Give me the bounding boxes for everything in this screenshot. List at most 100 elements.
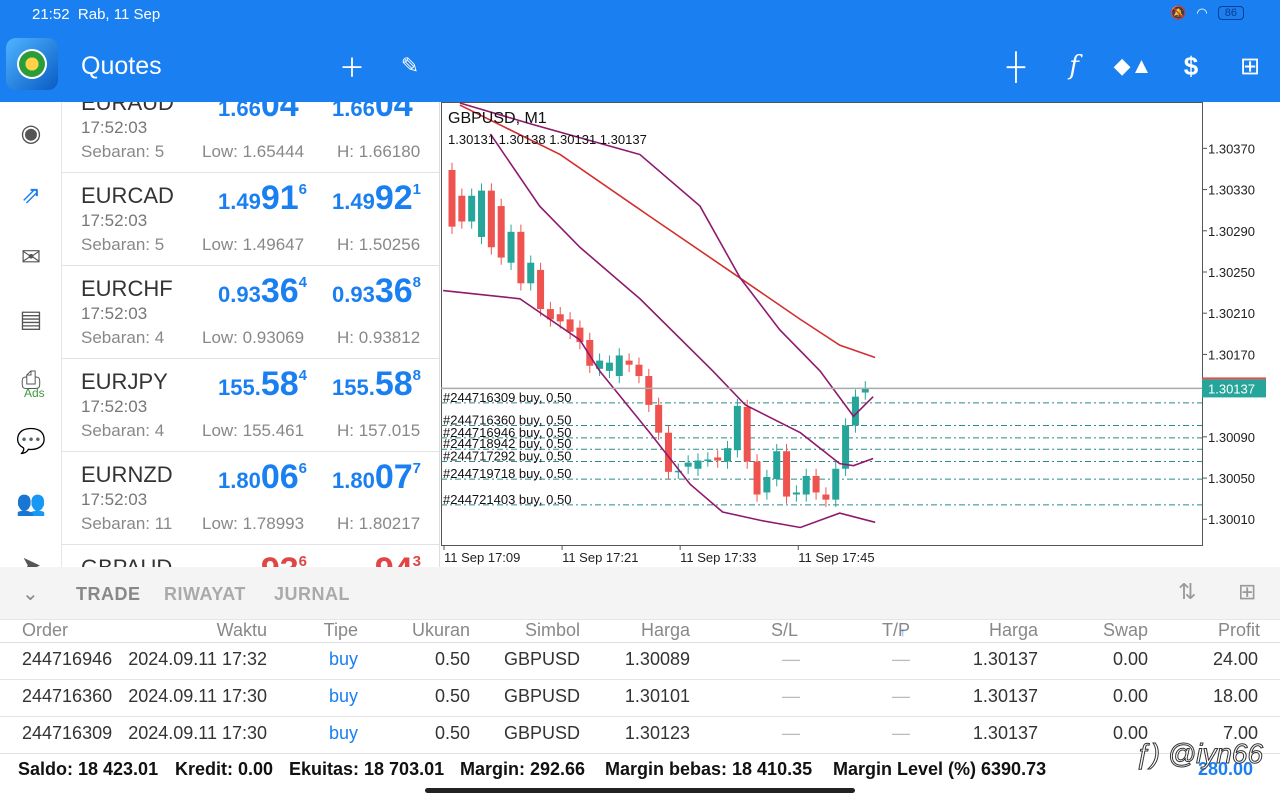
quote-row[interactable]: EURCAD 17:52:03 Sebaran: 5 Low: 1.49647 …: [62, 173, 439, 266]
quotes-list: EURAUD 17:52:03 Sebaran: 5 Low: 1.65444 …: [62, 102, 440, 567]
quote-low: Low: 1.78993: [202, 514, 305, 533]
account-summary: Saldo: 18 423.01 Kredit: 0.00 Ekuitas: 1…: [0, 747, 1280, 789]
quote-time: 17:52:03: [81, 118, 148, 137]
ask-price: 1.80077: [332, 458, 421, 496]
quote-high: H: 1.80217: [337, 514, 421, 533]
bull-candle: [615, 355, 623, 377]
new-document-icon[interactable]: ⊞: [1238, 579, 1256, 605]
margin-level: Margin Level (%) 6390.73: [833, 759, 1047, 779]
trade-icon[interactable]: ⇗: [14, 178, 48, 212]
x-tick-label: 11 Sep 17:09: [444, 550, 520, 565]
table-cell: 0.50: [434, 686, 470, 706]
column-header[interactable]: Profit: [1218, 620, 1260, 641]
chart-canvas[interactable]: 1.30370 1.30330 1.30290 1.30250 1.30210 1.301…: [441, 102, 1268, 567]
credit: Kredit: 0.00: [175, 759, 274, 779]
column-header[interactable]: Waktu: [217, 620, 267, 641]
column-header[interactable]: Simbol: [525, 620, 580, 641]
quote-spread: Sebaran: 4: [81, 421, 165, 440]
quote-row[interactable]: GBPAUD 936 943: [62, 545, 439, 567]
current-price-tag-border: [1202, 377, 1266, 380]
bear-candle: [783, 451, 791, 497]
news-icon[interactable]: ▤: [14, 302, 48, 336]
bull-candle: [468, 195, 476, 222]
table-row[interactable]: 244716360 2024.09.11 17:30 buy 0.50 GBPUSD 1.…: [0, 680, 1280, 717]
bull-candle: [478, 190, 486, 237]
y-tick-label: 1.30250: [1208, 265, 1255, 280]
quote-row[interactable]: EURJPY 17:52:03 Sebaran: 4 Low: 155.461 …: [62, 359, 439, 452]
column-header[interactable]: Harga: [989, 620, 1038, 641]
bull-candle: [684, 462, 692, 467]
quote-low: Low: 155.461: [202, 421, 305, 440]
bid-price: 1.80066: [218, 458, 307, 496]
x-tick-label: 11 Sep 17:21: [562, 550, 638, 565]
current-price-label: 1.30137: [1208, 381, 1255, 396]
home-indicator[interactable]: [425, 788, 855, 793]
quote-high: H: 157.015: [337, 421, 421, 440]
table-cell: 1.30101: [624, 686, 690, 706]
mail-icon[interactable]: ✉: [14, 240, 48, 274]
table-cell: 0.50: [434, 649, 470, 669]
table-cell: —: [782, 723, 800, 743]
community-icon[interactable]: 👥: [14, 486, 48, 520]
column-header[interactable]: Swap: [1103, 620, 1148, 641]
y-tick-label: 1.30010: [1208, 512, 1255, 527]
ask-price: 1.49921: [332, 179, 421, 217]
table-cell: 1.30137: [972, 649, 1038, 669]
bull-candle: [724, 448, 732, 462]
column-header[interactable]: Order: [22, 620, 68, 641]
quote-symbol: EURCHF: [81, 276, 173, 301]
tab-jurnal[interactable]: JURNAL: [274, 584, 350, 605]
positions-table: 244716946 2024.09.11 17:32 buy 0.50 GBPUSD 1.…: [0, 643, 1280, 754]
quote-low: Low: 0.93069: [202, 328, 305, 347]
ads-icon[interactable]: ⎙ Ads: [14, 364, 48, 400]
column-header[interactable]: Harga: [641, 620, 690, 641]
bid-price: 155.584: [218, 365, 307, 403]
bear-candle: [822, 494, 830, 500]
new-order-button[interactable]: ⊞: [1232, 48, 1268, 84]
table-cell: —: [892, 649, 910, 669]
tab-riwayat[interactable]: RIWAYAT: [164, 584, 246, 605]
equity: Ekuitas: 18 703.01: [289, 759, 445, 779]
crosshair-button[interactable]: ┼: [998, 48, 1034, 84]
table-cell: 244716309: [22, 723, 113, 743]
table-row[interactable]: 244716946 2024.09.11 17:32 buy 0.50 GBPUSD 1.…: [0, 643, 1280, 680]
free-margin: Margin bebas: 18 410.35: [605, 759, 813, 779]
indicators-button[interactable]: f: [1056, 48, 1092, 84]
sort-arrow-icon: ↑: [900, 625, 906, 639]
app-logo[interactable]: [6, 38, 58, 90]
account-icon[interactable]: ◉: [14, 116, 48, 150]
nav-rail: ◉ ⇗ ✉ ▤ ⎙ Ads 💬 👥 ➤: [0, 102, 62, 579]
chevron-down-icon[interactable]: ⌄: [22, 581, 39, 606]
price-chart[interactable]: 1.30370 1.30330 1.30290 1.30250 1.30210 1.301…: [441, 102, 1268, 567]
table-cell: 24.00: [1212, 649, 1258, 669]
quote-low: Low: 1.49647: [202, 235, 305, 254]
table-cell: buy: [328, 723, 358, 743]
trade-button[interactable]: $: [1173, 48, 1209, 84]
column-header[interactable]: Ukuran: [412, 620, 470, 641]
quote-time: 17:52:03: [81, 304, 148, 323]
quote-row[interactable]: EURCHF 17:52:03 Sebaran: 4 Low: 0.93069 …: [62, 266, 439, 359]
quote-symbol: EURCAD: [81, 183, 174, 208]
bear-candle: [556, 314, 564, 322]
sort-icon[interactable]: ⇅: [1178, 579, 1196, 605]
y-tick-label: 1.30330: [1208, 183, 1255, 198]
column-header[interactable]: S/L: [771, 620, 798, 641]
column-header[interactable]: Tipe: [324, 620, 358, 641]
chat-icon[interactable]: 💬: [14, 424, 48, 458]
add-symbol-button[interactable]: ＋: [334, 48, 370, 84]
y-tick-label: 1.30210: [1208, 306, 1255, 321]
tab-trade[interactable]: TRADE: [76, 584, 141, 605]
bear-candle: [753, 461, 761, 495]
bull-candle: [733, 405, 741, 451]
edit-button[interactable]: ✎: [392, 48, 428, 84]
quote-row[interactable]: EURNZD 17:52:03 Sebaran: 11 Low: 1.78993…: [62, 452, 439, 545]
order-label: #244719718 buy, 0.50: [443, 466, 571, 481]
wifi-icon: ◠: [1196, 5, 1208, 20]
quote-row[interactable]: EURAUD 17:52:03 Sebaran: 5 Low: 1.65444 …: [62, 102, 439, 173]
bull-candle: [704, 459, 712, 461]
quote-spread: Sebaran: 5: [81, 235, 165, 254]
table-cell: GBPUSD: [503, 649, 580, 669]
bear-candle: [645, 376, 653, 405]
objects-button[interactable]: ◆▲: [1114, 48, 1153, 84]
table-cell: —: [892, 723, 910, 743]
